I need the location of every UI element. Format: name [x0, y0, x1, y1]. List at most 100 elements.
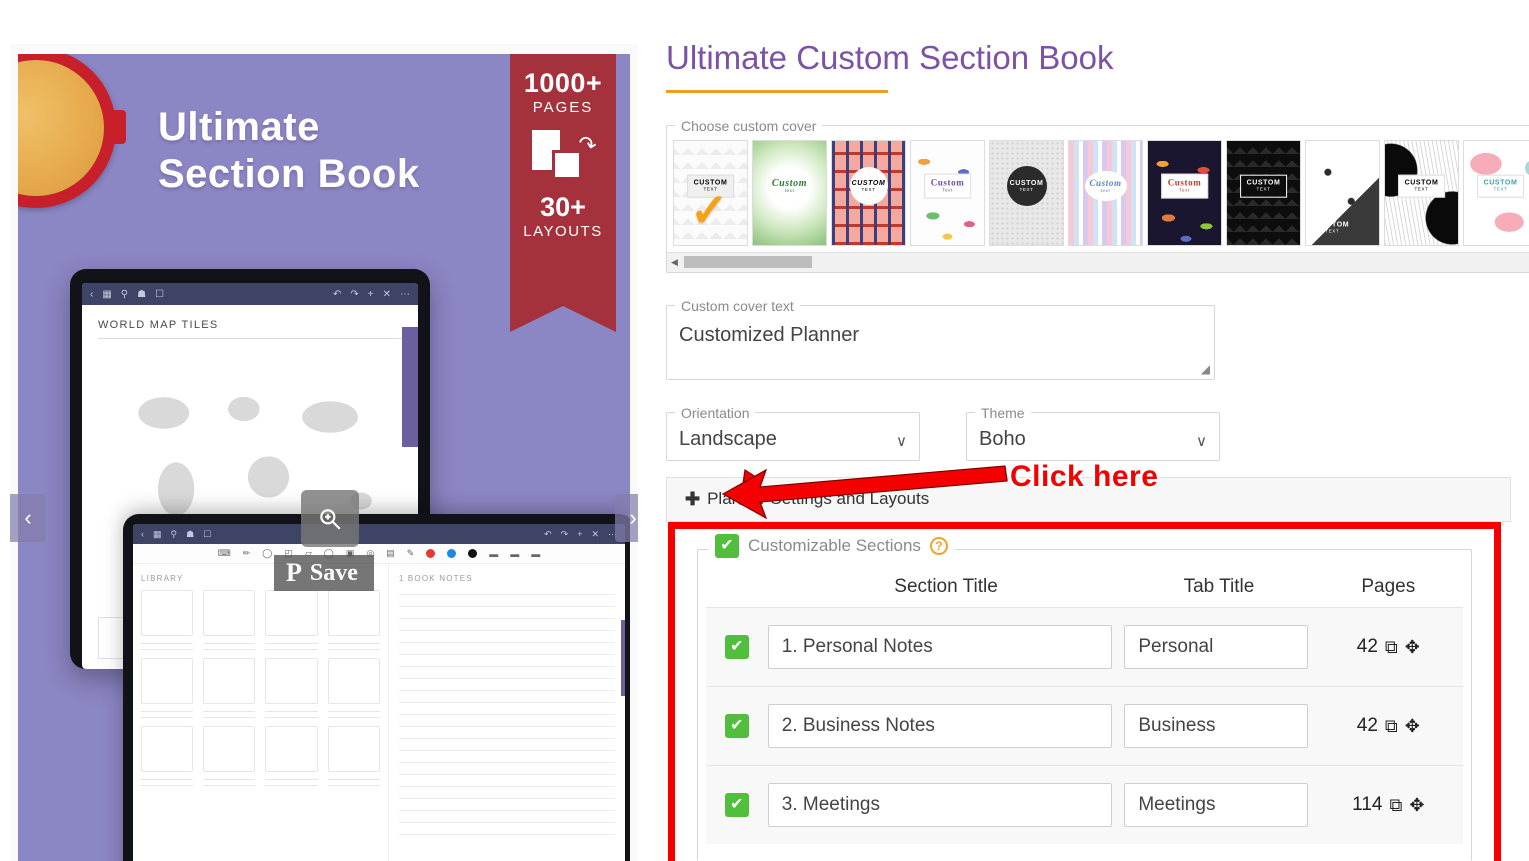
- orientation-legend: Orientation: [681, 404, 750, 421]
- cover-option-dark-floral[interactable]: Custom Text: [1147, 139, 1222, 246]
- eraser-tool-icon: ◯: [262, 548, 273, 558]
- tablet2-library-pane: LIBRARY: [133, 564, 389, 861]
- gallery-next-button[interactable]: ›: [615, 494, 638, 542]
- cover-option-black-geometric[interactable]: CUSTOM TEXT: [1226, 139, 1301, 246]
- product-image-gallery: Ultimate Section Book 1000+ PAGES ↷ 30+ …: [10, 44, 638, 861]
- column-header-section-title: Section Title: [894, 576, 998, 597]
- tablet2-notes-heading: 1 BOOK NOTES: [398, 574, 473, 583]
- pages-count: 114: [1352, 794, 1383, 815]
- add-icon: +: [367, 288, 374, 300]
- add-icon: +: [577, 528, 583, 539]
- sections-table: Section Title Tab Title Pages ✔ 1. Perso…: [706, 576, 1463, 844]
- orientation-group: Orientation Landscape ∨: [666, 404, 920, 461]
- scrollbar-thumb[interactable]: [683, 256, 812, 269]
- planner-settings-accordion-label: Planner Settings and Layouts: [707, 489, 930, 509]
- color-black-swatch: [468, 549, 478, 558]
- theme-legend: Theme: [981, 404, 1025, 421]
- grid-icon: ▦: [153, 528, 162, 539]
- chevron-right-icon: ›: [629, 505, 637, 530]
- gallery-prev-button[interactable]: ‹: [10, 494, 46, 542]
- cover-option-geometric-grey[interactable]: CUSTOM TEXT ✓: [673, 139, 748, 246]
- more-icon: ⋯: [400, 288, 410, 300]
- hero-title-line2: Section Book: [158, 152, 420, 197]
- pinterest-save-label: Save: [309, 559, 358, 586]
- custom-cover-text-group: Custom cover text Customized Planner ◢: [666, 297, 1215, 380]
- redo-icon: ↷: [350, 288, 359, 300]
- pages-count: 42: [1356, 636, 1378, 657]
- zoom-in-button[interactable]: [301, 490, 359, 547]
- stroke-thick-icon: ▬: [531, 548, 541, 559]
- search-icon: ⚲: [170, 528, 178, 539]
- close-icon: ✕: [591, 528, 599, 539]
- cover-option-grey-dots[interactable]: CUSTOM TEXT: [989, 139, 1064, 246]
- orientation-select[interactable]: Landscape: [667, 421, 919, 460]
- cover-label-line2: TEXT: [861, 186, 876, 192]
- column-header-pages: Pages: [1361, 576, 1416, 597]
- custom-cover-text-input[interactable]: Customized Planner: [667, 314, 1214, 384]
- hero-title: Ultimate Section Book: [158, 104, 508, 198]
- table-row: ✔ 1. Personal Notes Personal 42 ⧉ ✥: [706, 607, 1463, 686]
- cover-option-bw-waves[interactable]: CUSTOM TEXT: [1384, 139, 1459, 246]
- pages-count: 42: [1356, 715, 1378, 736]
- cover-label-line2: Text: [1179, 187, 1190, 193]
- duplicate-icon[interactable]: ⧉: [1389, 795, 1402, 816]
- drag-move-icon[interactable]: ✥: [1405, 716, 1420, 737]
- cover-option-triangles[interactable]: CUSTOM TEXT: [1305, 139, 1380, 246]
- text-tool-icon: ⌨: [217, 548, 231, 558]
- drag-move-icon[interactable]: ✥: [1405, 637, 1420, 658]
- custom-cover-text-legend: Custom cover text: [681, 297, 794, 314]
- cover-option-pastel-stripes[interactable]: Custom text: [1068, 139, 1143, 246]
- theme-select[interactable]: Boho: [967, 421, 1219, 460]
- row-enabled-checkbox[interactable]: ✔: [724, 793, 749, 817]
- duplicate-icon[interactable]: ⧉: [1385, 637, 1398, 658]
- magnifier-plus-icon: [320, 508, 341, 530]
- tab-title-input[interactable]: Personal: [1124, 625, 1309, 669]
- tablet2-notes-pane: 1 BOOK NOTES: [389, 564, 625, 861]
- cover-strip-scrollbar[interactable]: ◀ ▶: [667, 251, 1529, 272]
- textarea-resize-handle[interactable]: ◢: [1201, 362, 1210, 376]
- selects-row: Orientation Landscape ∨ Theme Boho ∨: [666, 380, 1511, 461]
- cover-label-line2: TEXT: [1256, 186, 1271, 192]
- chevron-left-icon: ‹: [24, 505, 32, 530]
- section-title-input[interactable]: 2. Business Notes: [767, 704, 1112, 748]
- cover-option-pink-blobs[interactable]: CUSTOM TEXT: [1463, 139, 1529, 246]
- stroke-thin-icon: ▬: [489, 548, 499, 559]
- tablet2-side-tab: [621, 620, 625, 696]
- table-row: ✔ 3. Meetings Meetings 114 ⧉ ✥: [706, 765, 1463, 844]
- cover-option-peach-people[interactable]: CUSTOM TEXT: [831, 139, 906, 246]
- cover-label-line2: TEXT: [1019, 186, 1034, 192]
- product-options-form: Ultimate Custom Section Book Choose cust…: [666, 38, 1529, 522]
- cover-thumbnail-strip[interactable]: CUSTOM TEXT ✓ Custom text CUSTOM TEXT Cu…: [667, 134, 1529, 252]
- row-enabled-checkbox[interactable]: ✔: [724, 635, 749, 659]
- pinterest-save-button[interactable]: P Save: [274, 555, 374, 591]
- cover-label-line2: TEXT: [1493, 186, 1508, 192]
- scroll-left-icon[interactable]: ◀: [671, 257, 678, 268]
- tablet2-toolbar: ‹ ▦ ⚲ ☗ ☐ ↶ ↷ + ✕ ⋯: [133, 524, 625, 544]
- color-red-swatch: [426, 549, 436, 558]
- help-icon[interactable]: ?: [929, 537, 948, 555]
- chevron-down-icon: ∨: [896, 432, 907, 450]
- tablet-mockup-front: ‹ ▦ ⚲ ☗ ☐ ↶ ↷ + ✕ ⋯ ⌨ ✏ ◯ ◰ ▱ ◯ ▣ ◎ ▤ ✎ …: [123, 514, 630, 861]
- check-icon: ✔: [730, 638, 744, 655]
- layouts-swap-icon: ↷: [532, 130, 599, 182]
- duplicate-icon[interactable]: ⧉: [1385, 716, 1398, 737]
- cover-option-green-watercolor[interactable]: Custom text: [752, 139, 827, 246]
- hero-title-line1: Ultimate: [158, 105, 320, 149]
- row-enabled-checkbox[interactable]: ✔: [724, 714, 749, 738]
- cover-label-line2: text: [1100, 187, 1111, 193]
- library-grid: [141, 590, 380, 786]
- tab-title-input[interactable]: Business: [1124, 704, 1309, 748]
- drag-move-icon[interactable]: ✥: [1409, 795, 1424, 816]
- section-title-input[interactable]: 3. Meetings: [767, 783, 1112, 827]
- customizable-sections-label: Customizable Sections: [748, 536, 921, 555]
- brush-tool-icon: ✎: [406, 548, 415, 558]
- tablet1-toolbar: ‹ ▦ ⚲ ☗ ☐ ↶ ↷ + ✕ ⋯: [82, 283, 418, 305]
- cover-option-colorful-leaves[interactable]: Custom Text: [910, 139, 985, 246]
- redo-icon: ↷: [560, 528, 569, 539]
- customizable-sections-checkbox[interactable]: ✔: [715, 534, 739, 558]
- section-title-input[interactable]: 1. Personal Notes: [767, 625, 1112, 669]
- customizable-sections-legend: ✔ Customizable Sections ?: [708, 534, 955, 558]
- ribbon-layouts-value: 30+: [540, 192, 586, 222]
- share-icon: ☐: [155, 288, 165, 300]
- tab-title-input[interactable]: Meetings: [1124, 783, 1309, 827]
